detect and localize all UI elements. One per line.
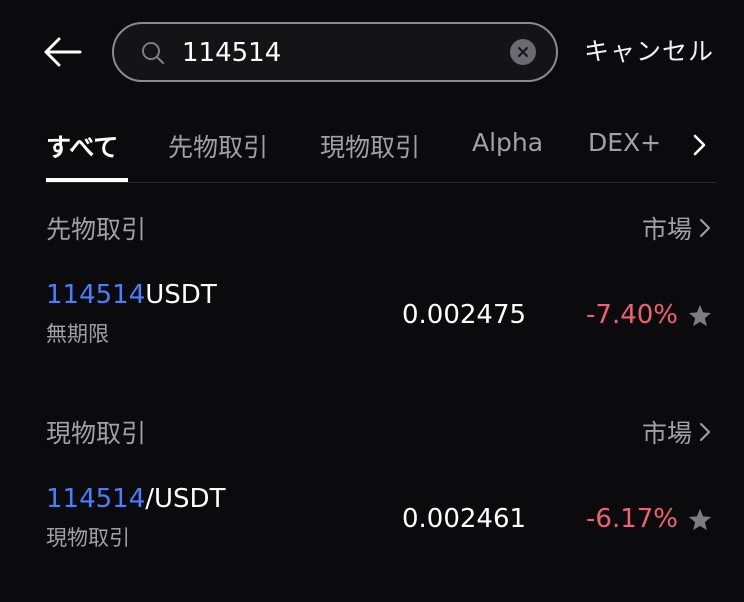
last-price: 0.002461 <box>402 504 527 534</box>
pair-rest: USDT <box>145 280 217 310</box>
contract-type-label: 無期限 <box>46 322 109 346</box>
chevron-right-icon <box>693 134 706 156</box>
tabs-scroll-right-button[interactable] <box>688 130 712 160</box>
pair-name: 114514/USDT <box>46 484 225 514</box>
star-icon[interactable] <box>686 506 714 534</box>
section-title: 先物取引 <box>46 215 147 244</box>
clear-icon <box>518 47 528 57</box>
section-header-futures: 先物取引 市場 <box>46 206 716 246</box>
section-header-spot: 現物取引 市場 <box>46 410 716 450</box>
market-link-label: 市場 <box>641 419 692 448</box>
arrow-left-icon <box>44 37 82 67</box>
list-item[interactable]: 114514/USDT 現物取引 0.002461 -6.17% <box>46 480 716 552</box>
chevron-right-icon <box>700 423 710 441</box>
cancel-button[interactable]: キャンセル <box>584 32 714 68</box>
chevron-right-icon <box>700 219 710 237</box>
last-price: 0.002475 <box>402 300 527 330</box>
section-title: 現物取引 <box>46 419 147 448</box>
spot-market-link[interactable]: 市場 <box>642 414 712 450</box>
clear-search-button[interactable] <box>510 39 536 65</box>
pair-rest: /USDT <box>145 484 226 514</box>
tabs-divider <box>46 182 716 183</box>
search-icon <box>142 42 165 65</box>
search-input[interactable] <box>182 34 492 72</box>
market-link-label: 市場 <box>641 215 692 244</box>
tab-all[interactable]: すべて <box>46 128 118 164</box>
query-match: 114514 <box>46 484 146 514</box>
price-change: -7.40% <box>586 300 678 330</box>
tab-futures[interactable]: 先物取引 <box>168 128 268 164</box>
search-box <box>112 22 558 82</box>
tab-dex-plus[interactable]: DEX+ <box>588 128 661 157</box>
category-tabs: すべて 先物取引 現物取引 Alpha DEX+ <box>0 118 744 184</box>
price-change: -6.17% <box>586 504 678 534</box>
search-header: キャンセル <box>0 0 744 104</box>
pair-name: 114514USDT <box>46 280 217 310</box>
back-button[interactable] <box>36 28 88 76</box>
futures-market-link[interactable]: 市場 <box>642 210 712 246</box>
tab-spot[interactable]: 現物取引 <box>320 128 420 164</box>
star-icon[interactable] <box>686 302 714 330</box>
list-item[interactable]: 114514USDT 無期限 0.002475 -7.40% <box>46 276 716 348</box>
tab-alpha[interactable]: Alpha <box>472 128 543 157</box>
query-match: 114514 <box>46 280 146 310</box>
market-type-label: 現物取引 <box>46 526 130 550</box>
